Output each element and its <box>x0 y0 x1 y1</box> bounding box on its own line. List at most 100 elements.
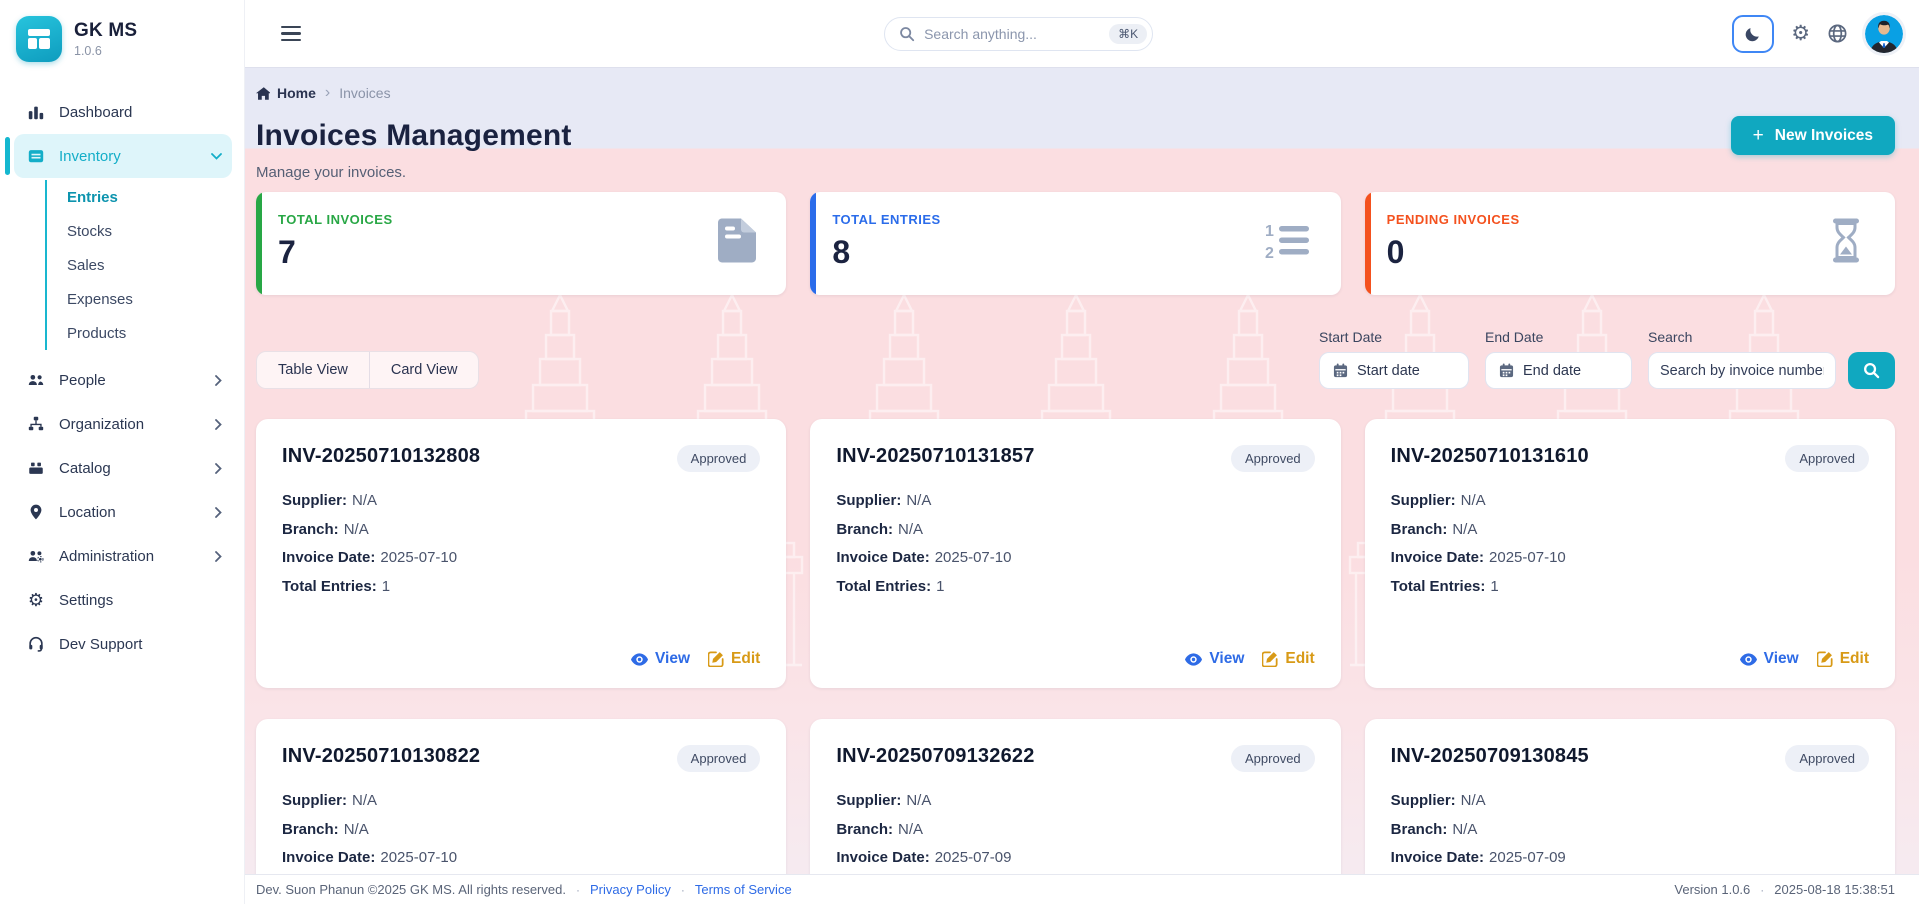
sidebar-item-organization[interactable]: Organization <box>14 402 232 446</box>
global-search[interactable]: ⌘K <box>884 17 1153 51</box>
invoice-number: INV-20250710131857 <box>836 445 1034 468</box>
invoice-date-row: Invoice Date:2025-07-10 <box>282 849 760 866</box>
branch-row: Branch:N/A <box>836 521 1314 538</box>
invoice-file-icon <box>718 218 756 262</box>
eye-icon <box>1740 653 1757 666</box>
ordered-list-icon: 12 <box>1265 221 1311 259</box>
sidebar-item-catalog[interactable]: Catalog <box>14 446 232 490</box>
start-date-input[interactable]: Start date <box>1319 352 1469 389</box>
breadcrumb-separator: › <box>325 84 330 102</box>
sidebar-item-dev-support[interactable]: Dev Support <box>14 622 232 666</box>
sitemap-icon <box>26 415 46 433</box>
supplier-row: Supplier:N/A <box>282 492 760 509</box>
invoice-date-row: Invoice Date:2025-07-10 <box>282 549 760 566</box>
eye-icon <box>631 653 648 666</box>
supplier-row: Supplier:N/A <box>836 492 1314 509</box>
dark-mode-toggle[interactable] <box>1732 15 1774 53</box>
invoice-cards-grid: INV-20250710132808 Approved Supplier:N/A… <box>256 419 1895 904</box>
view-invoice-link[interactable]: View <box>631 650 690 668</box>
sidebar-item-settings[interactable]: ⚙ Settings <box>14 578 232 622</box>
edit-invoice-link[interactable]: Edit <box>1262 650 1314 668</box>
stat-card-total-entries: TOTAL ENTRIES 8 12 <box>810 192 1340 295</box>
search-input[interactable] <box>924 26 1100 42</box>
hamburger-menu-icon[interactable] <box>277 22 305 46</box>
map-pin-icon <box>26 503 46 521</box>
svg-text:2: 2 <box>1265 244 1274 259</box>
pen-square-icon <box>1817 651 1833 667</box>
sidebar-item-administration[interactable]: Administration <box>14 534 232 578</box>
invoice-number: INV-20250709130845 <box>1391 745 1589 768</box>
sidebar-item-location[interactable]: Location <box>14 490 232 534</box>
breadcrumb-current: Invoices <box>339 85 390 101</box>
supplier-row: Supplier:N/A <box>836 792 1314 809</box>
terms-of-service-link[interactable]: Terms of Service <box>695 882 792 897</box>
sidebar-subitem-entries[interactable]: Entries <box>47 180 244 214</box>
sidebar: GK MS 1.0.6 Dashboard Inventory Entries … <box>0 0 245 904</box>
user-avatar[interactable] <box>1865 15 1903 53</box>
invoice-search-input[interactable] <box>1648 352 1836 389</box>
end-date-label: End Date <box>1485 329 1632 345</box>
stat-card-total-invoices: TOTAL INVOICES 7 <box>256 192 786 295</box>
language-globe-icon[interactable] <box>1827 23 1848 44</box>
footer-copyright: Dev. Suon Phanun ©2025 GK MS. All rights… <box>256 882 566 897</box>
sidebar-item-label: Organization <box>59 416 202 433</box>
sidebar-subitem-stocks[interactable]: Stocks <box>47 214 244 248</box>
edit-invoice-link[interactable]: Edit <box>1817 650 1869 668</box>
end-date-input[interactable]: End date <box>1485 352 1632 389</box>
calendar-icon <box>1499 363 1514 378</box>
users-gear-icon <box>26 547 46 565</box>
breadcrumb-home[interactable]: Home <box>256 85 316 101</box>
branch-row: Branch:N/A <box>1391 821 1869 838</box>
page-subtitle: Manage your invoices. <box>256 164 1895 181</box>
sidebar-item-dashboard[interactable]: Dashboard <box>14 90 232 134</box>
invoice-date-row: Invoice Date:2025-07-10 <box>1391 549 1869 566</box>
branch-row: Branch:N/A <box>282 521 760 538</box>
stat-value: 0 <box>1387 234 1869 271</box>
stat-label: PENDING INVOICES <box>1387 212 1869 227</box>
invoice-date-row: Invoice Date:2025-07-09 <box>836 849 1314 866</box>
stat-value: 7 <box>278 234 760 271</box>
footer-timestamp: 2025-08-18 15:38:51 <box>1774 882 1895 897</box>
app-logo-row[interactable]: GK MS 1.0.6 <box>0 0 244 76</box>
status-badge: Approved <box>1785 445 1869 472</box>
sidebar-item-inventory[interactable]: Inventory <box>14 134 232 178</box>
supplier-row: Supplier:N/A <box>282 792 760 809</box>
view-invoice-link[interactable]: View <box>1740 650 1799 668</box>
view-invoice-link[interactable]: View <box>1185 650 1244 668</box>
new-invoices-button[interactable]: + New Invoices <box>1731 116 1895 155</box>
hourglass-icon <box>1827 218 1865 262</box>
sidebar-menu: Dashboard Inventory Entries Stocks Sales… <box>0 90 244 666</box>
search-submit-button[interactable] <box>1848 352 1895 389</box>
supplier-row: Supplier:N/A <box>1391 492 1869 509</box>
keyboard-shortcut-badge: ⌘K <box>1109 24 1147 44</box>
settings-gear-icon[interactable]: ⚙ <box>1791 21 1810 46</box>
table-view-button[interactable]: Table View <box>257 352 369 388</box>
users-icon <box>26 371 46 389</box>
card-view-button[interactable]: Card View <box>369 352 479 388</box>
sidebar-subitem-expenses[interactable]: Expenses <box>47 282 244 316</box>
sidebar-item-people[interactable]: People <box>14 358 232 402</box>
sidebar-subitem-products[interactable]: Products <box>47 316 244 350</box>
status-badge: Approved <box>677 445 761 472</box>
footer: Dev. Suon Phanun ©2025 GK MS. All rights… <box>245 874 1919 904</box>
invoice-number: INV-20250710132808 <box>282 445 480 468</box>
invoice-number: INV-20250710130822 <box>282 745 480 768</box>
privacy-policy-link[interactable]: Privacy Policy <box>590 882 671 897</box>
branch-row: Branch:N/A <box>836 821 1314 838</box>
sidebar-item-label: Settings <box>59 592 222 609</box>
stat-value: 8 <box>832 234 1314 271</box>
start-date-value: Start date <box>1357 363 1420 379</box>
sidebar-subitem-sales[interactable]: Sales <box>47 248 244 282</box>
inventory-submenu: Entries Stocks Sales Expenses Products <box>45 180 244 350</box>
controls-row: Table View Card View Start Date Start da… <box>256 329 1895 389</box>
app-version: 1.0.6 <box>74 44 137 58</box>
status-badge: Approved <box>1231 745 1315 772</box>
sidebar-item-label: Location <box>59 504 202 521</box>
invoice-card: INV-20250710131857 Approved Supplier:N/A… <box>810 419 1340 688</box>
edit-invoice-link[interactable]: Edit <box>708 650 760 668</box>
stat-label: TOTAL ENTRIES <box>832 212 1314 227</box>
search-icon <box>899 26 915 42</box>
status-badge: Approved <box>1785 745 1869 772</box>
eye-icon <box>1185 653 1202 666</box>
topbar: ⌘K ⚙ <box>245 0 1919 67</box>
